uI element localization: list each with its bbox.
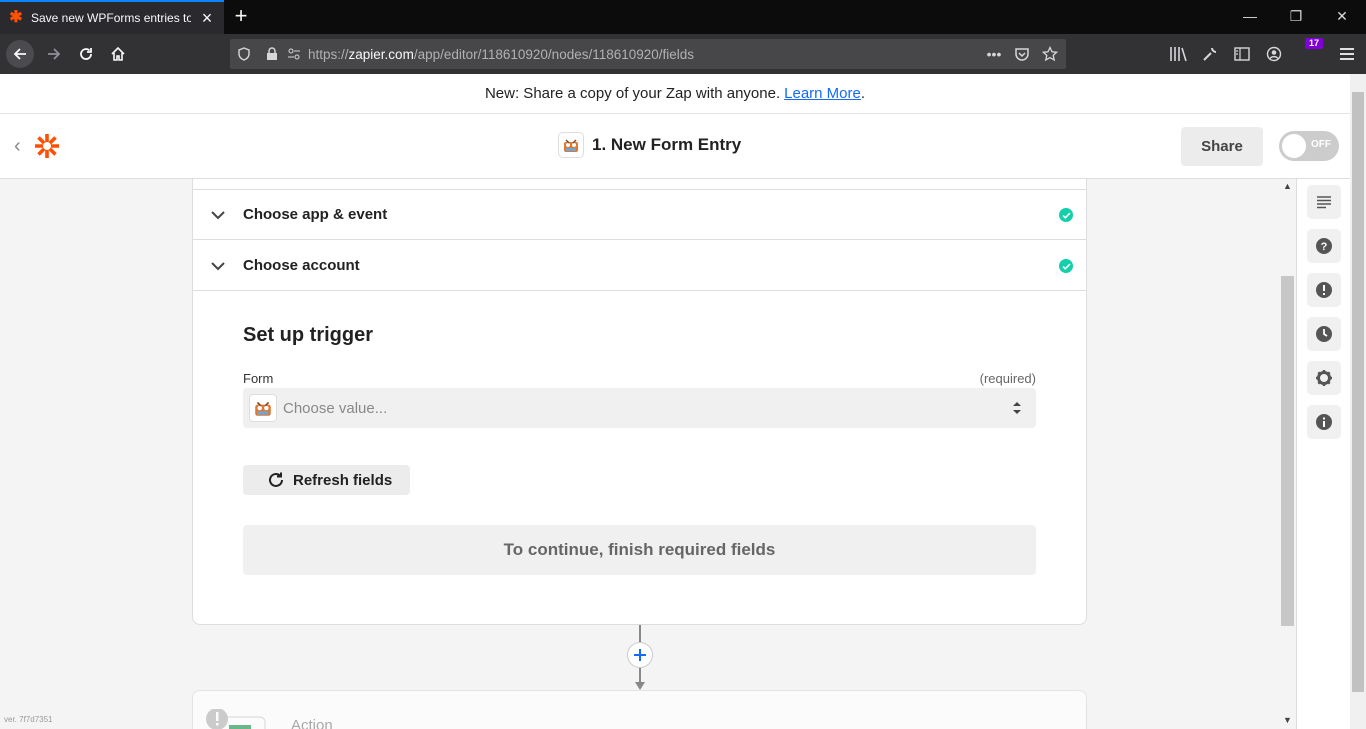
exclamation-circle-icon [1316, 282, 1332, 298]
select-placeholder: Choose value... [283, 400, 388, 417]
settings-button[interactable] [1307, 361, 1341, 395]
bookmark-star-icon[interactable] [1042, 46, 1058, 62]
wpforms-app-icon [558, 132, 584, 158]
check-circle-icon [1059, 208, 1073, 222]
question-circle-icon: ? [1316, 238, 1332, 254]
learn-more-link[interactable]: Learn More [784, 85, 861, 102]
action-app-icon [206, 709, 266, 729]
wrench-icon[interactable] [1201, 45, 1219, 63]
library-icon[interactable] [1169, 45, 1187, 63]
shield-icon[interactable] [236, 46, 252, 62]
trigger-step-card: Choose app & event Choose account Set up… [192, 179, 1087, 625]
scroll-up-icon[interactable]: ▲ [1283, 181, 1292, 191]
info-button[interactable] [1307, 405, 1341, 439]
outline-button[interactable] [1307, 185, 1341, 219]
page-scrollbar[interactable] [1350, 74, 1366, 729]
browser-nav-bar: https://zapier.com/app/editor/118610920/… [0, 34, 1366, 74]
tab-title: Save new WPForms entries to a [31, 11, 191, 25]
plus-icon [634, 649, 646, 661]
refresh-icon [269, 472, 283, 487]
url-text: https://zapier.com/app/editor/118610920/… [308, 46, 695, 62]
close-window-icon[interactable]: ✕ [1332, 7, 1352, 25]
svg-text:?: ? [1321, 241, 1328, 253]
new-tab-icon[interactable]: + [230, 5, 252, 27]
step-label: Choose app & event [243, 206, 388, 223]
step-label: Choose account [243, 257, 360, 274]
toggle-knob [1282, 134, 1306, 158]
required-indicator: (required) [979, 371, 1036, 386]
permissions-icon[interactable] [286, 46, 302, 62]
back-icon[interactable] [6, 40, 34, 68]
chevron-down-icon [211, 211, 225, 220]
menu-icon[interactable] [1338, 45, 1356, 63]
pocket-icon[interactable] [1014, 46, 1030, 62]
back-chevron-icon[interactable]: ‹ [14, 136, 28, 156]
wpforms-app-icon [249, 394, 277, 422]
add-step-button[interactable] [627, 642, 653, 668]
section-title: Set up trigger [243, 324, 374, 346]
home-icon[interactable] [104, 40, 132, 68]
action-label: Action [291, 717, 333, 729]
zap-on-off-toggle[interactable]: OFF [1279, 131, 1339, 161]
select-arrows-icon [1013, 402, 1021, 414]
reader-view-icon[interactable] [1233, 45, 1251, 63]
scroll-down-icon[interactable]: ▼ [1283, 715, 1292, 725]
connector-arrow [635, 682, 645, 690]
page-scrollbar-thumb[interactable] [1352, 92, 1364, 692]
restore-icon[interactable]: ❐ [1286, 7, 1306, 25]
clock-icon [1316, 326, 1332, 342]
announcement-banner: New: Share a copy of your Zap with anyon… [0, 74, 1350, 114]
action-step-card[interactable]: Action [192, 690, 1087, 729]
browser-tab-bar: ✱ Save new WPForms entries to a × + — ❐ … [0, 0, 1366, 34]
editor-header: ‹ 1. New Form Entry Share OFF [0, 114, 1350, 179]
zapier-logo-icon[interactable] [34, 133, 60, 159]
zap-editor-page: New: Share a copy of your Zap with anyon… [0, 74, 1350, 729]
list-lines-icon [1317, 196, 1331, 209]
history-button[interactable] [1307, 317, 1341, 351]
toggle-label: OFF [1311, 139, 1331, 150]
url-bar[interactable]: https://zapier.com/app/editor/118610920/… [230, 39, 1066, 69]
check-circle-icon [1059, 259, 1073, 273]
page-title: 1. New Form Entry [592, 135, 742, 154]
reload-icon[interactable] [72, 40, 100, 68]
notification-badge[interactable]: 17 [1305, 38, 1323, 49]
refresh-fields-label: Refresh fields [293, 471, 393, 489]
scrollbar-thumb[interactable] [1281, 276, 1294, 626]
minimize-icon[interactable]: — [1240, 7, 1260, 25]
forward-icon[interactable] [40, 40, 68, 68]
share-button[interactable]: Share [1181, 127, 1263, 166]
announcement-text: New: Share a copy of your Zap with anyon… [484, 85, 781, 102]
continue-button[interactable]: To continue, finish required fields [243, 525, 1036, 575]
info-circle-icon [1316, 414, 1332, 430]
zapier-favicon-icon: ✱ [9, 9, 23, 26]
step-choose-app-event[interactable]: Choose app & event [193, 190, 1086, 240]
gear-icon [1316, 370, 1332, 386]
zap-step-title: 1. New Form Entry [558, 132, 741, 158]
lock-icon[interactable] [264, 46, 280, 62]
browser-tab[interactable]: ✱ Save new WPForms entries to a × [0, 0, 224, 34]
form-field-label: Form [243, 371, 274, 386]
page-actions-icon[interactable]: ••• [986, 46, 1002, 62]
account-icon[interactable] [1265, 45, 1283, 63]
chevron-down-icon [211, 262, 225, 271]
right-sidebar: ? [1296, 179, 1350, 729]
announcement-suffix: . [860, 85, 866, 102]
alerts-button[interactable] [1307, 273, 1341, 307]
form-select[interactable]: Choose value... [243, 388, 1036, 428]
refresh-fields-button[interactable]: Refresh fields [243, 465, 410, 495]
editor-scrollbar[interactable]: ▲ ▼ [1280, 179, 1296, 729]
close-tab-icon[interactable]: × [198, 9, 216, 27]
help-button[interactable]: ? [1307, 229, 1341, 263]
version-text: ver. 7f7d7351 [4, 715, 53, 724]
step-choose-account[interactable]: Choose account [193, 241, 1086, 291]
